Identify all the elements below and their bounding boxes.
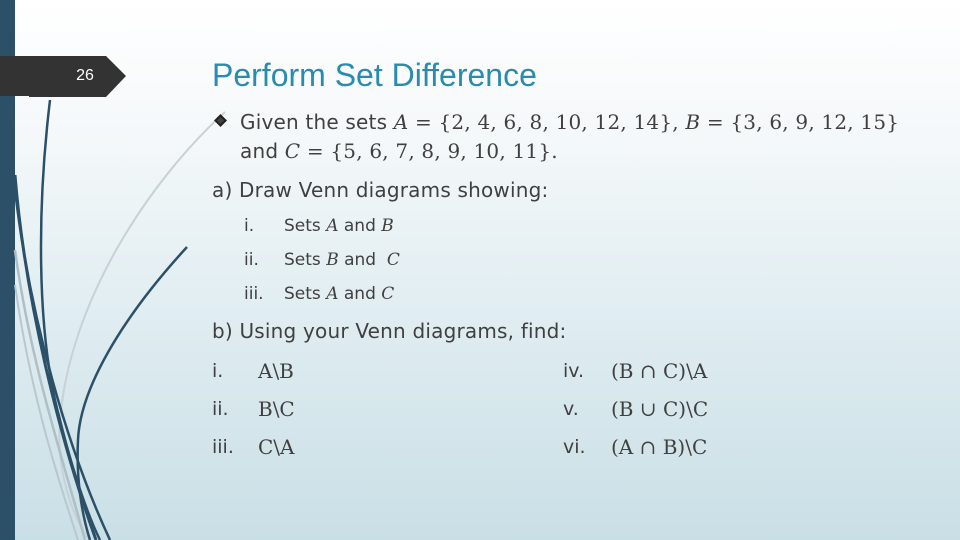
item-and: and [338, 284, 382, 304]
part-a-numeral-1: i. [244, 216, 255, 236]
part-b-expression-3: C\A [258, 435, 295, 459]
set-b-values: = {3, 6, 9, 12, 15} [700, 110, 900, 134]
part-b-expression-1: A\B [258, 359, 294, 383]
item-set-first: B [326, 250, 339, 270]
set-a-values: = {2, 4, 6, 8, 10, 12, 14}, [408, 110, 686, 134]
item-set-first: A [326, 284, 339, 304]
diamond-bullet-icon [214, 114, 227, 127]
part-b-expression-6: (A ∩ B)\C [611, 435, 708, 459]
part-b-numeral-6: vi. [563, 436, 586, 458]
set-c-values: = {5, 6, 7, 8, 9, 10, 11}. [300, 139, 558, 163]
item-and: and [338, 250, 387, 270]
intro-line-1: Given the sets A = {2, 4, 6, 8, 10, 12, … [240, 108, 899, 136]
part-a-numeral-2: ii. [244, 250, 259, 270]
part-b-numeral-4: iv. [563, 360, 585, 382]
part-b-expression-2: B\C [258, 397, 295, 421]
item-set-second: C [386, 250, 400, 270]
item-and: and [338, 216, 382, 236]
part-b-expression-4: (B ∩ C)\A [611, 359, 708, 383]
item-set-second: C [381, 284, 395, 304]
part-b-expression-5: (B ∪ C)\C [611, 397, 709, 421]
item-set-second: B [381, 216, 394, 236]
set-a-label: A [393, 110, 409, 134]
part-a-item-3: Sets A and C [284, 282, 394, 306]
intro-line-2: and C = {5, 6, 7, 8, 9, 10, 11}. [240, 137, 558, 165]
set-c-label: C [284, 139, 301, 163]
part-a-heading: a) Draw Venn diagrams showing: [212, 178, 549, 202]
part-a-numeral-3: iii. [244, 284, 264, 304]
intro-and-text: and [240, 139, 285, 163]
item-prefix: Sets [284, 250, 327, 270]
part-b-heading: b) Using your Venn diagrams, find: [212, 319, 567, 343]
part-a-item-2: Sets B and C [284, 248, 400, 272]
part-b-numeral-3: iii. [212, 436, 234, 458]
item-prefix: Sets [284, 284, 327, 304]
part-b-numeral-5: v. [563, 398, 579, 420]
part-b-numeral-1: i. [212, 360, 224, 382]
part-b-numeral-2: ii. [212, 398, 229, 420]
intro-text: Given the sets [240, 110, 394, 134]
item-set-first: A [326, 216, 339, 236]
slide-content: Given the sets A = {2, 4, 6, 8, 10, 12, … [0, 0, 960, 540]
part-a-item-1: Sets A and B [284, 214, 394, 238]
set-b-label: B [685, 110, 701, 134]
item-prefix: Sets [284, 216, 327, 236]
